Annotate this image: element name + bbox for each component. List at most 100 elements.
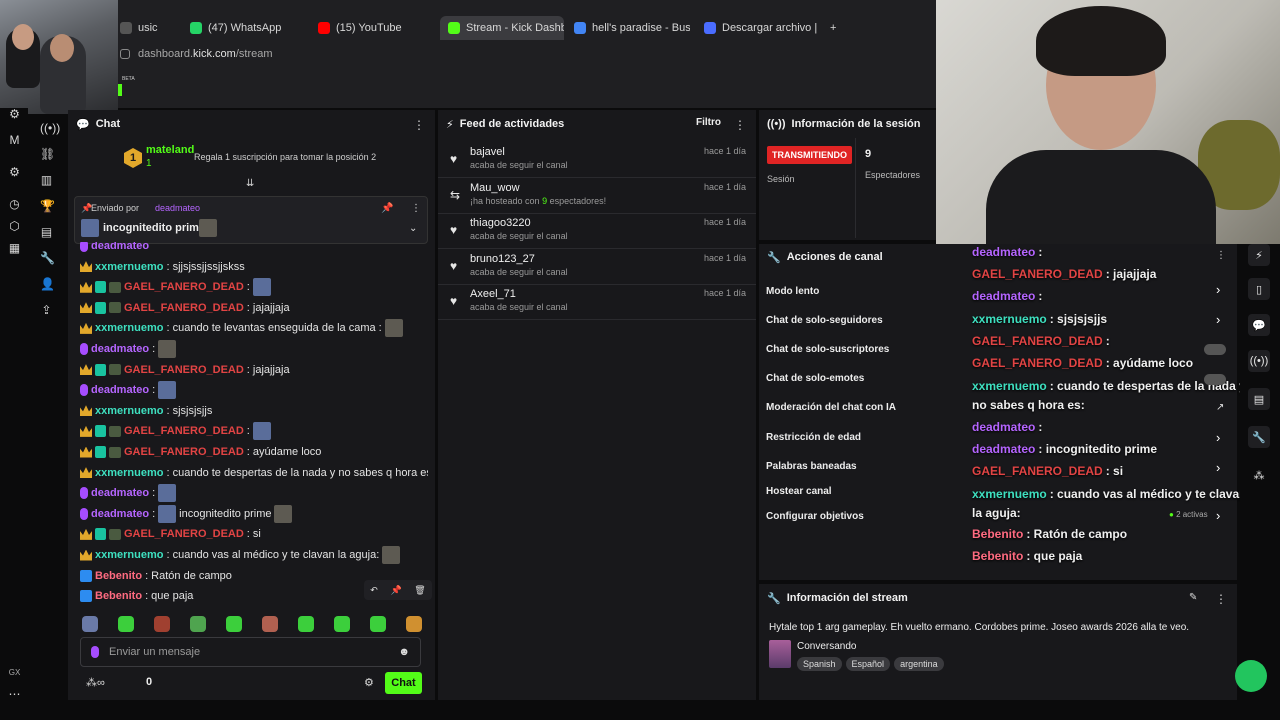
dots-icon[interactable]: ⁂ [1248, 464, 1270, 486]
link-nav-icon[interactable]: ⛓ [40, 148, 55, 161]
slow-mode-chevron-icon[interactable]: › [1216, 282, 1220, 297]
chat-message[interactable]: GAEL_FANERO_DEAD: jajajjaja [80, 298, 290, 318]
chat-username[interactable]: deadmateo [91, 384, 149, 396]
chat-username[interactable]: GAEL_FANERO_DEAD [124, 364, 244, 376]
chat-message[interactable]: GAEL_FANERO_DEAD: si [80, 524, 261, 544]
history-icon[interactable]: ◷ [8, 198, 21, 211]
chat-username[interactable]: xxmernuemo [95, 549, 163, 561]
reply-icon[interactable]: ↶ [370, 585, 378, 596]
chat-username[interactable]: GAEL_FANERO_DEAD [124, 528, 244, 540]
trophy-nav-icon[interactable]: 🏆 [40, 200, 55, 213]
notes-icon[interactable]: ▯ [1248, 278, 1270, 300]
chat-message[interactable]: GAEL_FANERO_DEAD: [80, 421, 271, 441]
chat-username[interactable]: GAEL_FANERO_DEAD [124, 446, 244, 458]
feed-item[interactable]: ♥ bruno123_27 acaba de seguir el canal hace… [438, 249, 756, 285]
chat-message[interactable]: deadmateo [80, 242, 152, 256]
emote-9[interactable] [370, 616, 386, 632]
pinned-user[interactable]: deadmateo [155, 203, 200, 213]
emote-10[interactable] [406, 616, 422, 632]
chat-message[interactable]: GAEL_FANERO_DEAD: ayúdame loco [80, 442, 321, 462]
flash-icon[interactable]: ⚡ [1248, 244, 1270, 266]
emote-5[interactable] [226, 616, 242, 632]
support-chat-button[interactable] [1235, 660, 1267, 692]
collapse-icon[interactable]: ⇊ [246, 178, 254, 189]
banned-words-chevron-icon[interactable]: › [1216, 460, 1220, 475]
channel-action-item[interactable]: Restricción de edad [766, 432, 861, 443]
emote-1[interactable] [82, 616, 98, 632]
chat-message[interactable]: deadmateo: [80, 339, 177, 359]
chat-username[interactable]: GAEL_FANERO_DEAD [124, 425, 244, 437]
chat-message[interactable]: GAEL_FANERO_DEAD: jajajjaja [80, 360, 290, 380]
channel-action-item[interactable]: Chat de solo-seguidores [766, 315, 883, 326]
feed-username[interactable]: Mau_wow [470, 182, 520, 194]
feed-username[interactable]: Axeel_71 [470, 288, 516, 300]
feed-filter-button[interactable]: Filtro [696, 117, 721, 128]
browser-tab[interactable]: (15) YouTube [310, 16, 430, 40]
emote-2[interactable] [118, 616, 134, 632]
subscribers-toggle[interactable] [1204, 344, 1226, 355]
extensions-icon[interactable]: ⚙ [8, 108, 21, 121]
feed-item[interactable]: ♥ bajavel acaba de seguir el canal hace 1 d… [438, 142, 756, 178]
widgets-icon[interactable]: ▦ [8, 242, 21, 255]
category-name[interactable]: Conversando [797, 641, 856, 652]
actions-menu-icon[interactable]: ⋮ [1216, 250, 1226, 261]
address-bar[interactable]: dashboard.kick.com/stream [120, 42, 936, 66]
age-restriction-chevron-icon[interactable]: › [1216, 430, 1220, 445]
leader-name[interactable]: mateland [146, 144, 194, 156]
chat-message[interactable]: deadmateo: [80, 483, 177, 503]
chat-username[interactable]: deadmateo [91, 343, 149, 355]
channel-action-item[interactable]: Hostear canal [766, 486, 832, 497]
chat-message[interactable]: xxmernuemo: cuando te despertas de la na… [80, 463, 428, 483]
messenger-icon[interactable]: M [8, 134, 21, 147]
chat-message[interactable]: Bebenito: que paja [80, 586, 193, 606]
channel-action-item[interactable]: Configurar objetivos [766, 511, 864, 522]
feed-item[interactable]: ⇆ Mau_wow ¡ha hosteado con 9 espectadores!… [438, 178, 756, 214]
chat-menu-icon[interactable]: ⋮ [413, 118, 425, 132]
goals-chevron-icon[interactable]: › [1216, 508, 1220, 523]
chat-username[interactable]: xxmernuemo [95, 322, 163, 334]
chat-message[interactable]: GAEL_FANERO_DEAD: [80, 277, 271, 297]
upload-nav-icon[interactable]: ⇪ [40, 304, 53, 317]
emote-6[interactable] [262, 616, 278, 632]
chat-message[interactable]: xxmernuemo: cuando te levantas enseguida… [80, 318, 403, 338]
chat-username[interactable]: GAEL_FANERO_DEAD [124, 281, 244, 293]
emoji-icon[interactable]: ☻ [398, 646, 410, 658]
chat-message[interactable]: xxmernuemo: sjjsjssjjssjjskss [80, 257, 245, 277]
emotes-toggle[interactable] [1204, 374, 1226, 385]
chat-widget-icon[interactable]: 💬 [1248, 314, 1270, 336]
chat-send-button[interactable]: Chat [385, 672, 422, 694]
feed-item[interactable]: ♥ thiagoo3220 acaba de seguir el canal hace… [438, 213, 756, 250]
extension-puzzle-icon[interactable]: ⬡ [8, 220, 21, 233]
browser-tab[interactable]: Stream - Kick Dashboard [440, 16, 564, 40]
channel-action-item[interactable]: Palabras baneadas [766, 461, 857, 472]
emote-7[interactable] [298, 616, 314, 632]
channel-action-item[interactable]: Chat de solo-emotes [766, 373, 864, 384]
chat-username[interactable]: Bebenito [95, 570, 142, 582]
edit-stream-icon[interactable]: ✎ [1189, 592, 1197, 603]
chat-message[interactable]: xxmernuemo: sjsjsjsjjs [80, 401, 212, 421]
chat-username[interactable]: xxmernuemo [95, 467, 163, 479]
more-icon[interactable]: ⋯ [8, 688, 21, 701]
browser-tab[interactable]: usic [112, 16, 172, 40]
feed-menu-icon[interactable]: ⋮ [734, 118, 746, 132]
chat-username[interactable]: deadmateo [91, 487, 149, 499]
settings-icon[interactable]: ⚙ [8, 166, 21, 179]
browser-tab[interactable]: (47) WhatsApp [182, 16, 302, 40]
chat-username[interactable]: GAEL_FANERO_DEAD [124, 302, 244, 314]
channel-action-item[interactable]: Chat de solo-suscriptores [766, 344, 889, 355]
browser-tab[interactable]: hell's paradise - Buscar c [566, 16, 690, 40]
chat-input[interactable]: Enviar un mensaje ☻ [80, 637, 421, 667]
unpin-icon[interactable]: 📌 [381, 203, 393, 214]
points-icon[interactable]: ⁂∞ [86, 676, 105, 689]
gift-prompt[interactable]: Regala 1 suscripción para tomar la posic… [194, 152, 376, 162]
chat-username[interactable]: Bebenito [95, 590, 142, 602]
emote-3[interactable] [154, 616, 170, 632]
channel-action-item[interactable]: Modo lento [766, 286, 819, 297]
analytics-nav-icon[interactable]: ▥ [40, 174, 53, 187]
followers-chevron-icon[interactable]: › [1216, 312, 1220, 327]
feed-username[interactable]: bruno123_27 [470, 253, 535, 265]
chat-message[interactable]: xxmernuemo: cuando vas al médico y te cl… [80, 545, 401, 565]
chat-message[interactable]: deadmateo: incognitedito prime [80, 504, 293, 524]
chat-username[interactable]: deadmateo [91, 508, 149, 520]
queue-icon[interactable]: ▤ [1248, 388, 1270, 410]
